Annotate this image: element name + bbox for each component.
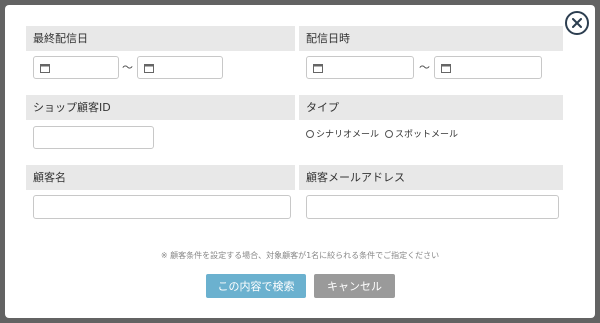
calendar-icon xyxy=(144,64,154,73)
search-modal xyxy=(5,5,595,318)
calendar-icon xyxy=(40,64,50,73)
delivery-datetime-label: 配信日時 xyxy=(299,26,563,51)
cancel-button[interactable]: キャンセル xyxy=(314,274,395,298)
spot-mail-radio[interactable] xyxy=(385,129,394,138)
customer-email-label: 顧客メールアドレス xyxy=(299,165,563,190)
type-radio-group: シナリオメール スポットメール xyxy=(306,127,464,140)
customer-email-input[interactable] xyxy=(306,195,559,219)
last-delivery-date-label: 最終配信日 xyxy=(26,26,295,51)
last-delivery-date-from[interactable] xyxy=(33,56,119,79)
spot-mail-label[interactable]: スポットメール xyxy=(395,127,458,140)
shop-customer-id-input[interactable] xyxy=(33,126,154,149)
date-range-separator: 〜 xyxy=(419,61,430,74)
delivery-datetime-from[interactable] xyxy=(306,56,414,79)
customer-name-label: 顧客名 xyxy=(26,165,295,190)
customer-name-input[interactable] xyxy=(33,195,291,219)
calendar-icon xyxy=(441,64,451,73)
scenario-mail-radio[interactable] xyxy=(306,129,314,138)
type-label: タイプ xyxy=(299,95,563,120)
search-note: ※ 顧客条件を設定する場合、対象顧客が1名に絞られる条件でご指定ください xyxy=(160,251,440,260)
shop-customer-id-label: ショップ顧客ID xyxy=(26,95,295,120)
close-button[interactable] xyxy=(565,11,589,35)
delivery-datetime-to[interactable] xyxy=(434,56,542,79)
search-button[interactable]: この内容で検索 xyxy=(206,274,306,298)
date-range-separator: 〜 xyxy=(122,61,133,74)
last-delivery-date-to[interactable] xyxy=(137,56,223,79)
close-icon xyxy=(572,18,582,28)
scenario-mail-label[interactable]: シナリオメール xyxy=(316,127,379,140)
calendar-icon xyxy=(313,64,323,73)
